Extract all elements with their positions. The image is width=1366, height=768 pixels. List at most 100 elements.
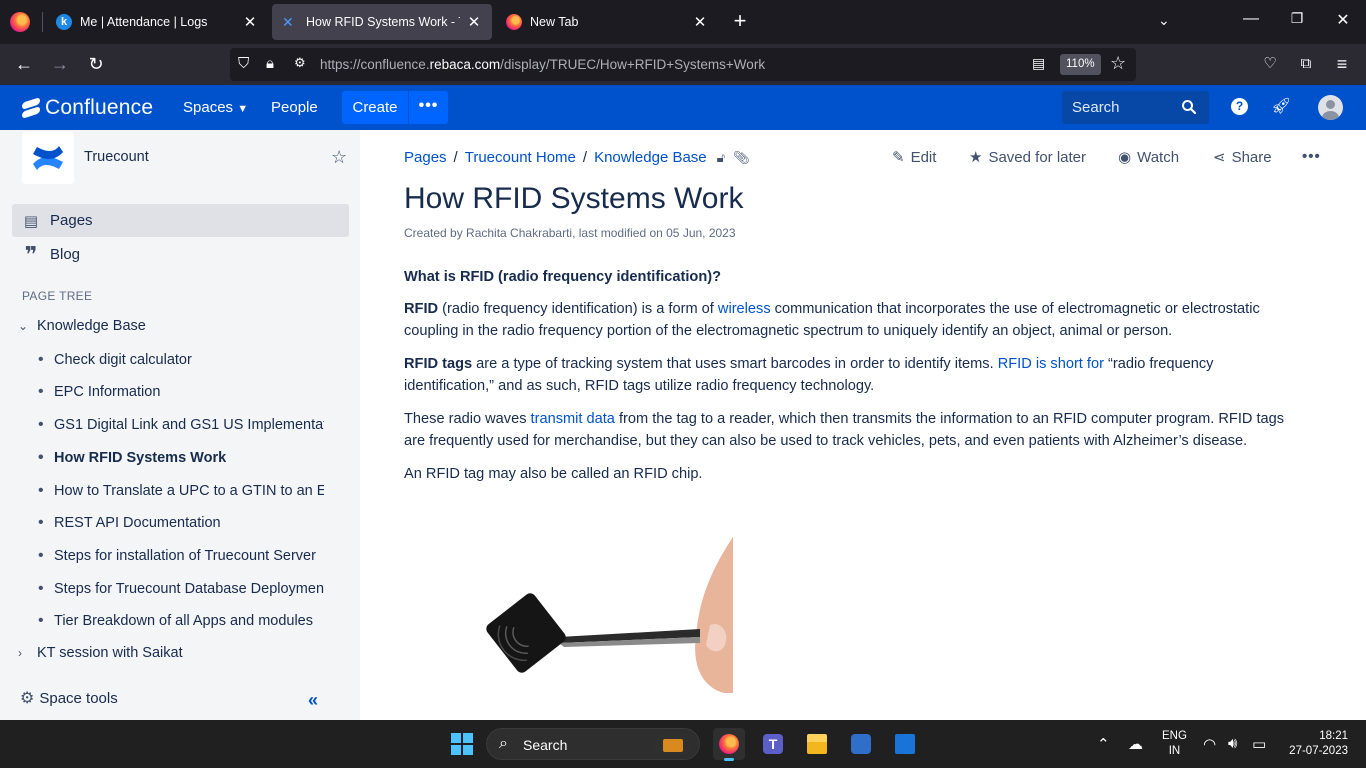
firefox-view-icon[interactable] <box>10 12 30 32</box>
forward-arrow-icon[interactable]: → <box>48 53 72 75</box>
extensions-puzzle-icon[interactable]: ⧉ <box>1294 53 1318 75</box>
folder-icon <box>807 734 827 754</box>
show-hidden-icons-chevron[interactable]: ⌃ <box>1097 735 1110 753</box>
breadcrumb: Pages / Truecount Home / Knowledge Base 🔓︎ 📎︎ <box>404 149 750 166</box>
share-button[interactable]: ⋖ Share <box>1213 148 1272 166</box>
help-icon[interactable]: ? <box>1231 98 1248 115</box>
tree-node-knowledge-base[interactable]: ⌄ Knowledge Base <box>18 318 146 334</box>
chevron-right-icon[interactable]: › <box>18 646 37 660</box>
tab-new-tab[interactable]: New Tab ✕ <box>496 4 718 40</box>
sidebar-item-pages[interactable]: ▤ Pages <box>12 204 349 237</box>
star-space-icon[interactable]: ☆ <box>331 147 347 168</box>
unlocked-icon[interactable]: 🔓︎ <box>717 150 725 165</box>
close-window-icon[interactable]: ✕ <box>1333 10 1353 30</box>
sidebar-item-label: Pages <box>50 212 93 229</box>
tree-child[interactable]: • Steps for installation of Truecount Ser… <box>38 547 324 565</box>
rfid-short-for-link[interactable]: RFID is short for <box>998 356 1104 372</box>
notifications-rocket-icon[interactable]: 🚀︎ <box>1271 97 1291 117</box>
space-name[interactable]: Truecount <box>84 149 149 165</box>
bullet-icon: • <box>38 547 44 564</box>
tree-child[interactable]: • Check digit calculator <box>38 351 324 369</box>
cloud-off-icon[interactable]: ☁ <box>1128 735 1143 753</box>
wireless-link[interactable]: wireless <box>718 301 771 317</box>
watch-button[interactable]: ◉ Watch <box>1118 148 1179 166</box>
taskbar-search-label: Search <box>523 737 568 753</box>
eye-icon: ◉ <box>1118 149 1132 166</box>
close-tab-icon[interactable]: ✕ <box>692 13 708 31</box>
confluence-favicon-icon: ✕ <box>282 14 294 30</box>
bullet-icon: • <box>38 580 44 597</box>
bookmark-star-icon[interactable]: ☆ <box>1110 53 1126 74</box>
browser-tab-bar: k Me | Attendance | Logs ✕ ✕ How RFID Sy… <box>0 0 1366 44</box>
create-more-button[interactable]: ••• <box>409 91 448 124</box>
taskbar-network-app[interactable] <box>845 728 877 760</box>
language-indicator[interactable]: ENG IN <box>1162 729 1187 759</box>
url-text[interactable]: https://confluence.rebaca.com/display/TR… <box>320 57 765 72</box>
taskbar-file-explorer[interactable] <box>801 728 833 760</box>
pocket-icon[interactable]: ♡ <box>1258 53 1282 75</box>
minimize-icon[interactable]: — <box>1241 10 1261 28</box>
star-filled-icon: ★ <box>969 149 983 166</box>
spaces-menu[interactable]: Spaces ▼ <box>183 99 248 116</box>
tree-node-kt-session[interactable]: › KT session with Saikat <box>18 645 183 661</box>
reader-view-icon[interactable]: ▤ <box>1032 55 1045 72</box>
paragraph: An RFID tag may also be called an RFID c… <box>404 466 703 482</box>
tree-child[interactable]: • REST API Documentation <box>38 514 324 532</box>
breadcrumb-link[interactable]: Knowledge Base <box>594 149 707 166</box>
more-actions-icon[interactable]: ••• <box>1302 148 1321 165</box>
taskbar-mail[interactable] <box>889 728 921 760</box>
back-arrow-icon[interactable]: ← <box>12 53 36 75</box>
tab-rfid[interactable]: ✕ How RFID Systems Work - Truecount ✕ <box>272 4 492 40</box>
chevron-down-icon[interactable]: ⌄ <box>18 319 37 333</box>
user-avatar[interactable] <box>1318 95 1343 120</box>
close-tab-icon[interactable]: ✕ <box>242 13 258 31</box>
sidebar-item-blog[interactable]: ❞ Blog <box>12 238 349 271</box>
breadcrumb-link[interactable]: Pages <box>404 149 447 166</box>
volume-icon[interactable]: 🔊︎ <box>1228 735 1237 752</box>
restore-icon[interactable]: ❐ <box>1287 10 1307 27</box>
page-tree-heading: PAGE TREE <box>22 289 93 303</box>
new-tab-plus-icon[interactable]: + <box>730 10 750 32</box>
create-button[interactable]: Create <box>342 91 408 124</box>
taskbar-search[interactable]: ⌕ Search <box>486 728 700 760</box>
breadcrumb-link[interactable]: Truecount Home <box>465 149 576 166</box>
search-highlight-icon <box>653 734 691 756</box>
permissions-icon[interactable]: ⚙ <box>294 55 306 71</box>
search-input[interactable]: Search <box>1062 91 1209 124</box>
page-body: What is RFID (radio frequency identifica… <box>404 266 1304 496</box>
confluence-header: Confluence Spaces ▼ People Create ••• Se… <box>0 85 1366 130</box>
reload-icon[interactable]: ↻ <box>84 53 108 75</box>
confluence-logo[interactable]: Confluence <box>22 96 153 120</box>
space-logo[interactable] <box>22 132 74 184</box>
transmit-data-link[interactable]: transmit data <box>531 411 615 427</box>
tree-child[interactable]: • GS1 Digital Link and GS1 US Implementat… <box>38 416 324 434</box>
saved-for-later-button[interactable]: ★ Saved for later <box>969 148 1086 166</box>
edit-button[interactable]: ✎ Edit <box>892 148 936 166</box>
address-bar[interactable]: ⛉ 🔒︎ ⚙ https://confluence.rebaca.com/dis… <box>230 48 1136 81</box>
browser-nav-bar: ← → ↻ ⛉ 🔒︎ ⚙ https://confluence.rebaca.c… <box>0 44 1366 85</box>
collapse-sidebar-icon[interactable]: « <box>308 690 318 711</box>
tree-child[interactable]: • Steps for Truecount Database Deployment <box>38 580 324 598</box>
space-tools-button[interactable]: ⚙ Space tools <box>20 688 118 708</box>
active-app-indicator <box>724 758 734 761</box>
tree-child[interactable]: • How to Translate a UPC to a GTIN to an … <box>38 482 324 500</box>
rfid-tag-image <box>474 537 733 693</box>
list-all-tabs-chevron-icon[interactable]: ⌄ <box>1158 12 1170 29</box>
lock-icon[interactable]: 🔒︎ <box>266 55 274 72</box>
tree-child-current[interactable]: • How RFID Systems Work <box>38 449 324 467</box>
tree-child[interactable]: • EPC Information <box>38 383 324 401</box>
taskbar-firefox[interactable] <box>713 728 745 761</box>
tab-attendance[interactable]: k Me | Attendance | Logs ✕ <box>46 4 268 40</box>
battery-icon[interactable]: ▭ <box>1252 735 1266 753</box>
people-link[interactable]: People <box>271 99 318 116</box>
menu-hamburger-icon[interactable]: ≡ <box>1330 53 1354 75</box>
taskbar-teams[interactable]: T <box>757 728 789 760</box>
shield-icon[interactable]: ⛉ <box>238 55 249 72</box>
zoom-level-button[interactable]: 110% <box>1060 54 1101 75</box>
close-tab-icon[interactable]: ✕ <box>466 13 482 31</box>
taskbar-clock[interactable]: 18:21 27-07-2023 <box>1284 729 1348 759</box>
tree-child[interactable]: • Tier Breakdown of all Apps and modules <box>38 612 324 630</box>
attachment-icon[interactable]: 📎︎ <box>733 150 750 165</box>
windows-start-icon[interactable] <box>451 733 473 755</box>
wifi-icon[interactable]: ◠ <box>1203 735 1216 753</box>
